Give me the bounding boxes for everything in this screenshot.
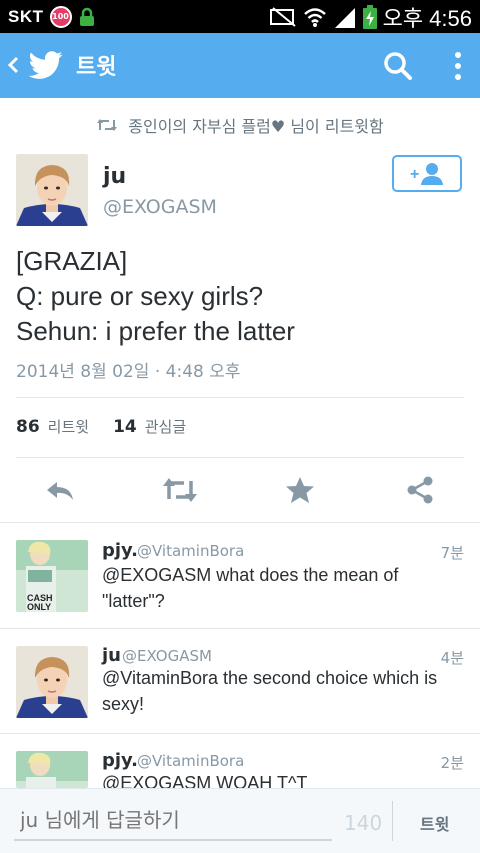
tweet-stats: 86 리트윗 14 관심글 [16, 416, 186, 437]
share-icon[interactable] [404, 474, 436, 506]
reply-author-handle[interactable]: @VitaminBora [137, 752, 244, 770]
reply-author-handle[interactable]: @EXOGASM [122, 647, 212, 665]
signal-icon [334, 7, 355, 28]
reply-text: @VitaminBora the second choice which is … [102, 668, 438, 714]
reply-icon[interactable] [44, 474, 76, 506]
avatar[interactable]: CASH ONLY [16, 540, 88, 612]
retweet-count-label[interactable]: 리트윗 [48, 416, 89, 437]
send-tweet-button[interactable]: 트윗 [420, 811, 449, 835]
divider [0, 733, 480, 734]
tweet-text-line: [GRAZIA] [16, 246, 128, 276]
favorite-count[interactable]: 14 [113, 417, 137, 437]
reply-text: @EXOGASM what does the mean of "latter"? [102, 565, 399, 611]
tweet-text-line: Sehun: i prefer the latter [16, 316, 295, 346]
star-icon[interactable] [284, 474, 316, 506]
favorite-count-label[interactable]: 관심글 [145, 416, 186, 437]
avatar[interactable] [16, 646, 88, 718]
reply-author-name[interactable]: pjy. [102, 540, 138, 561]
author-handle[interactable]: @EXOGASM [103, 196, 217, 218]
status-bar-left: SKT 100 [8, 5, 96, 28]
svg-text:ONLY: ONLY [27, 602, 51, 612]
author-name[interactable]: ju [103, 164, 126, 189]
twitter-bird-icon[interactable] [28, 48, 64, 82]
retweeted-by-line[interactable]: 종인이의 자부심 플럼♥ 님이 리트윗함 [0, 110, 480, 140]
retweet-icon [97, 119, 118, 131]
tweet-timestamp: 2014년 8월 02일 · 4:48 오후 [16, 362, 241, 382]
tweet-actions [0, 470, 480, 510]
reply-input[interactable] [14, 801, 332, 841]
nfc-muted-icon [269, 6, 296, 27]
divider [0, 628, 480, 629]
retweet-icon[interactable] [162, 474, 198, 506]
action-bar: 트윗 [0, 33, 480, 98]
search-icon[interactable] [382, 50, 414, 82]
more-vert-icon[interactable] [448, 49, 468, 83]
lock-icon [79, 7, 94, 26]
tweet-text-line: Q: pure or sexy girls? [16, 281, 264, 311]
divider [16, 457, 464, 458]
avatar[interactable] [16, 154, 88, 226]
status-time: 오후 4:56 [382, 5, 472, 31]
follow-button[interactable]: + [392, 155, 462, 192]
svg-text:+: + [410, 166, 419, 183]
reply-compose-bar: 140 트윗 [0, 788, 480, 853]
chevron-left-icon[interactable] [6, 50, 20, 80]
divider [392, 801, 393, 841]
retweet-count[interactable]: 86 [16, 417, 40, 437]
wifi-icon [303, 7, 326, 27]
reply-author-name[interactable]: pjy. [102, 750, 138, 771]
notification-badge-icon: 100 [49, 5, 72, 28]
character-counter: 140 [344, 811, 383, 835]
retweeted-by-text: 종인이의 자부심 플럼♥ 님이 리트윗함 [128, 117, 384, 136]
divider [0, 522, 480, 523]
screen-title: 트윗 [76, 55, 117, 80]
reply-time: 7분 [440, 544, 464, 562]
avatar[interactable] [16, 751, 88, 788]
carrier-label: SKT [8, 6, 44, 26]
status-bar: SKT 100 오후 4:56 [0, 0, 480, 33]
status-bar-right: 오후 4:56 [269, 1, 472, 33]
tweet-text: [GRAZIA] Q: pure or sexy girls? Sehun: i… [16, 244, 466, 349]
reply-author-name[interactable]: ju [102, 645, 121, 666]
add-user-icon: + [410, 162, 443, 185]
reply-author-handle[interactable]: @VitaminBora [137, 542, 244, 560]
divider [16, 397, 464, 398]
battery-charging-icon [362, 4, 377, 29]
